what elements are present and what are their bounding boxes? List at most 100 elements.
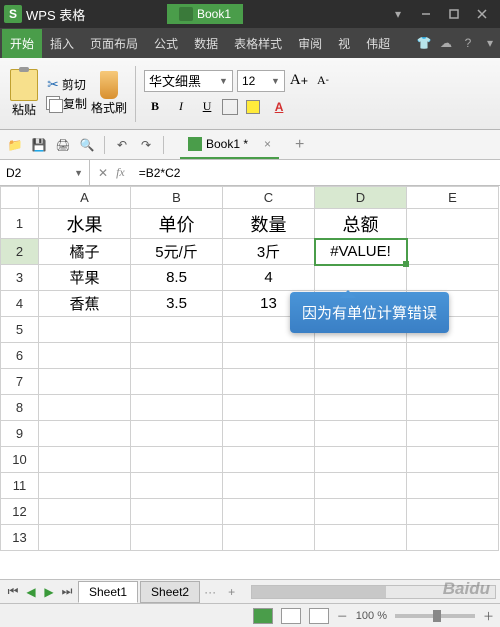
cell[interactable]: 3.5 (131, 291, 223, 317)
close-button[interactable] (468, 3, 496, 25)
cell[interactable] (407, 343, 499, 369)
row-header[interactable]: 13 (1, 525, 39, 551)
preview-icon[interactable]: 🔍 (78, 136, 96, 154)
cell[interactable] (223, 525, 315, 551)
paste-button[interactable]: 粘贴 (6, 67, 42, 120)
formula-input[interactable]: =B2*C2 (133, 166, 500, 180)
cell[interactable] (315, 473, 407, 499)
col-header-b[interactable]: B (131, 187, 223, 209)
cut-button[interactable]: ✂剪切 (47, 76, 86, 93)
row-header[interactable]: 5 (1, 317, 39, 343)
cell[interactable] (315, 525, 407, 551)
cell[interactable] (131, 525, 223, 551)
cell-selected[interactable]: #VALUE! (315, 239, 407, 265)
cell[interactable] (39, 421, 131, 447)
reading-view-button[interactable] (309, 608, 329, 624)
cell[interactable] (223, 421, 315, 447)
menu-pagelayout[interactable]: 页面布局 (82, 29, 146, 58)
cell[interactable] (407, 447, 499, 473)
cell[interactable] (315, 369, 407, 395)
menu-formula[interactable]: 公式 (146, 29, 186, 58)
cloud-icon[interactable]: ☁ (438, 35, 454, 51)
name-box[interactable]: D2▼ (0, 160, 90, 185)
cell[interactable] (407, 525, 499, 551)
redo-icon[interactable]: ↷ (137, 136, 155, 154)
cell[interactable] (223, 447, 315, 473)
next-sheet-button[interactable]: ▶ (40, 583, 58, 601)
row-header[interactable]: 7 (1, 369, 39, 395)
row-header[interactable]: 9 (1, 421, 39, 447)
cell[interactable]: 8.5 (131, 265, 223, 291)
cell[interactable] (131, 499, 223, 525)
col-header-d[interactable]: D (315, 187, 407, 209)
col-header-a[interactable]: A (39, 187, 131, 209)
format-painter-button[interactable]: 格式刷 (91, 71, 127, 116)
cell[interactable] (407, 265, 499, 291)
cell[interactable]: 4 (223, 265, 315, 291)
fill-color-button[interactable] (242, 96, 264, 118)
cell[interactable] (223, 499, 315, 525)
menu-user[interactable]: 伟超 (358, 29, 398, 58)
menu-data[interactable]: 数据 (186, 29, 226, 58)
row-header[interactable]: 2 (1, 239, 39, 265)
row-header[interactable]: 12 (1, 499, 39, 525)
cell[interactable]: 水果 (39, 209, 131, 239)
cell[interactable] (39, 499, 131, 525)
cell[interactable] (39, 343, 131, 369)
menu-insert[interactable]: 插入 (42, 29, 82, 58)
cell[interactable]: 橘子 (39, 239, 131, 265)
font-size-select[interactable]: 12▼ (237, 70, 285, 92)
undo-icon[interactable]: ↶ (113, 136, 131, 154)
shirt-icon[interactable]: 👕 (416, 35, 432, 51)
chevron-down-icon[interactable]: ▾ (482, 35, 498, 51)
row-header[interactable]: 4 (1, 291, 39, 317)
cell[interactable] (131, 421, 223, 447)
cell[interactable] (407, 395, 499, 421)
cell[interactable] (223, 343, 315, 369)
cell[interactable] (39, 447, 131, 473)
cell[interactable] (39, 317, 131, 343)
select-all-corner[interactable] (1, 187, 39, 209)
minimize-button[interactable] (412, 3, 440, 25)
cell[interactable] (315, 395, 407, 421)
menu-view[interactable]: 视 (330, 29, 358, 58)
row-header[interactable]: 11 (1, 473, 39, 499)
cell[interactable] (315, 421, 407, 447)
cell[interactable] (223, 395, 315, 421)
cell[interactable] (223, 369, 315, 395)
bold-button[interactable]: B (144, 96, 166, 118)
cell[interactable] (315, 499, 407, 525)
cell[interactable]: 苹果 (39, 265, 131, 291)
fx-icon[interactable]: fx (116, 165, 125, 180)
col-header-c[interactable]: C (223, 187, 315, 209)
cell[interactable] (39, 473, 131, 499)
print-icon[interactable]: 🖨 (54, 136, 72, 154)
cell[interactable]: 3斤 (223, 239, 315, 265)
cell[interactable] (407, 499, 499, 525)
zoom-out-button[interactable]: － (337, 608, 348, 624)
first-sheet-button[interactable]: ⏮ (4, 583, 22, 601)
cell[interactable] (131, 369, 223, 395)
page-view-button[interactable] (281, 608, 301, 624)
cell[interactable] (223, 473, 315, 499)
cell[interactable]: 5元/斤 (131, 239, 223, 265)
normal-view-button[interactable] (253, 608, 273, 624)
last-sheet-button[interactable]: ⏭ (58, 583, 76, 601)
cell[interactable] (39, 369, 131, 395)
cell[interactable] (315, 343, 407, 369)
font-color-button[interactable]: A (268, 96, 290, 118)
col-header-e[interactable]: E (407, 187, 499, 209)
menu-tablestyle[interactable]: 表格样式 (226, 29, 290, 58)
sheet-overflow[interactable]: ··· (200, 585, 220, 599)
help-icon[interactable]: ? (460, 35, 476, 51)
save-icon[interactable]: 💾 (30, 136, 48, 154)
sheet-tab[interactable]: Sheet1 (78, 581, 138, 603)
increase-font-button[interactable]: A+ (289, 71, 309, 91)
cell[interactable] (131, 395, 223, 421)
cell[interactable] (39, 395, 131, 421)
cell[interactable]: 数量 (223, 209, 315, 239)
cell[interactable] (315, 447, 407, 473)
cell[interactable] (407, 421, 499, 447)
font-name-select[interactable]: 华文细黑▼ (144, 70, 233, 92)
menu-start[interactable]: 开始 (2, 29, 42, 58)
